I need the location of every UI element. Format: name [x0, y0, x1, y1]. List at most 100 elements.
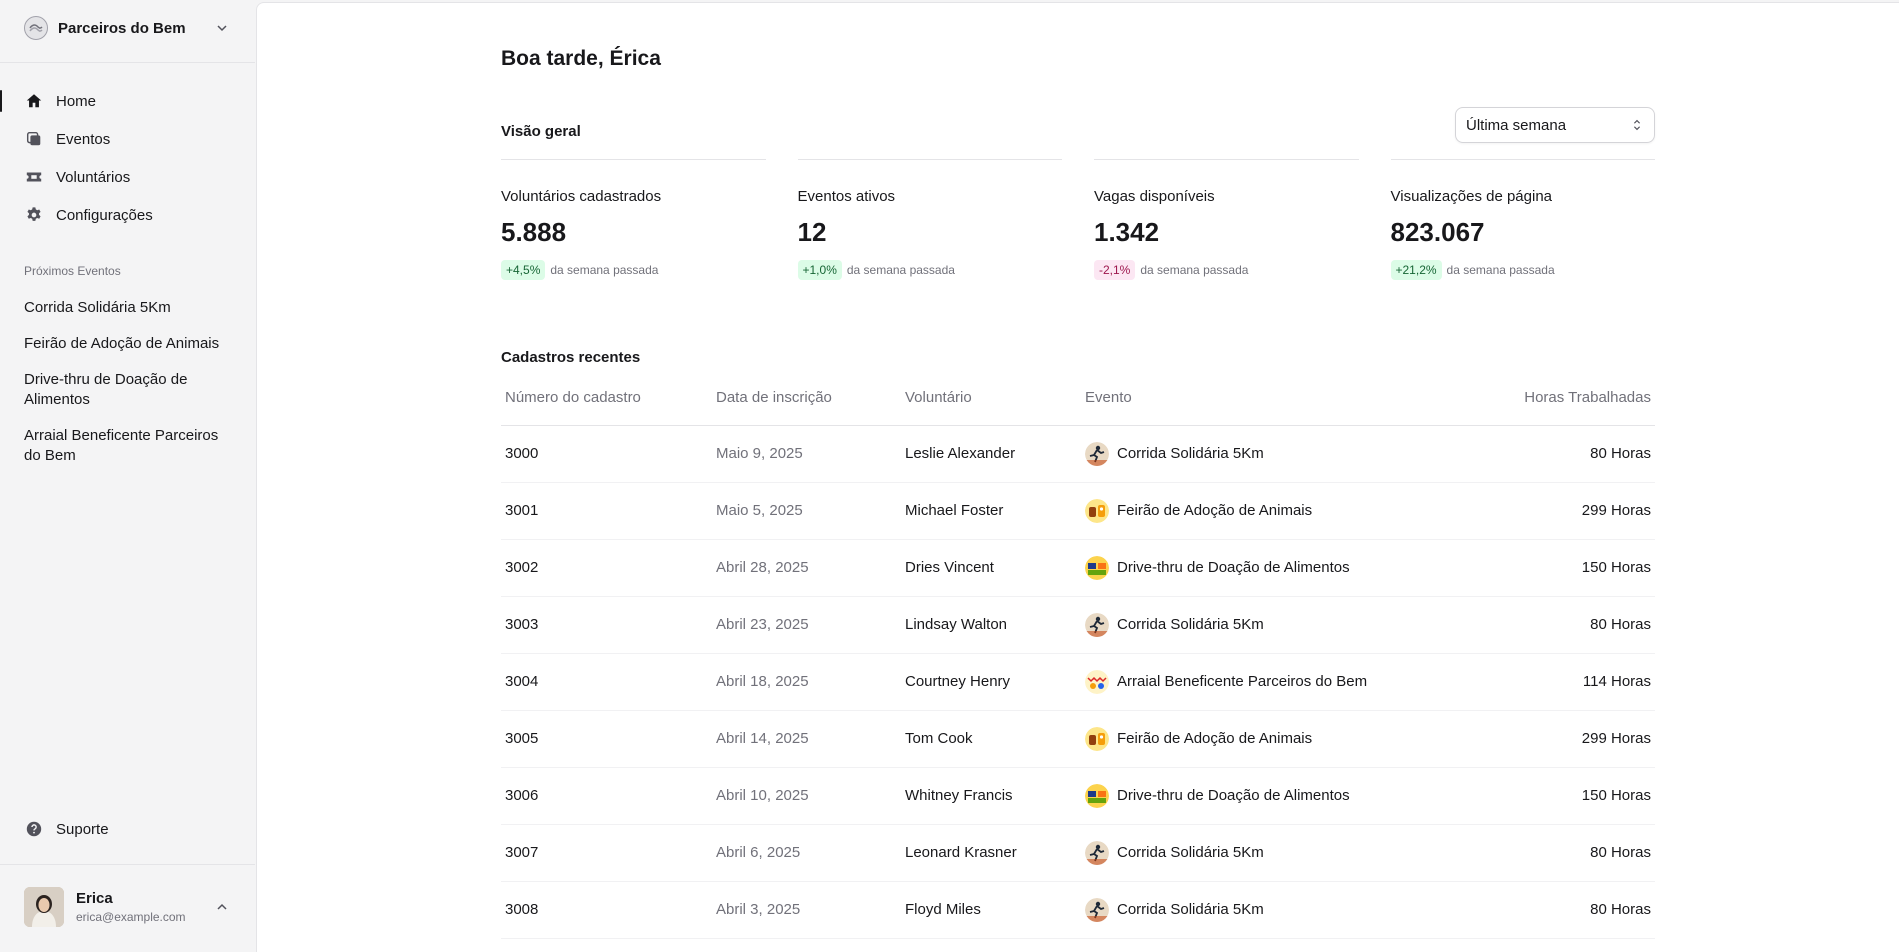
hours-worked: 80 Horas: [1472, 881, 1655, 939]
table-row[interactable]: 3004 Abril 18, 2025 Courtney Henry Arraial …: [501, 653, 1655, 711]
volunteer-name: Floyd Miles: [901, 881, 1081, 939]
nav-item-configuracoes[interactable]: Configurações: [16, 196, 238, 234]
table-row[interactable]: 3005 Abril 14, 2025 Tom Cook Feirão de Adoç…: [501, 710, 1655, 768]
chevron-up-down-icon: [1633, 119, 1641, 131]
event-name: Feirão de Adoção de Animais: [1117, 502, 1313, 519]
stat-card: Vagas disponíveis 1.342 -2,1% da semana …: [1094, 159, 1359, 280]
event-name: Drive-thru de Doação de Alimentos: [1117, 559, 1350, 576]
hours-worked: 299 Horas: [1472, 482, 1655, 540]
change-badge: +4,5%: [501, 260, 546, 280]
registration-number: 3001: [501, 482, 712, 540]
event-thumbnail-icon: [1085, 669, 1109, 694]
registration-date: Abril 18, 2025: [712, 653, 901, 711]
stat-card: Voluntários cadastrados 5.888 +4,5% da s…: [501, 159, 766, 280]
nav-label: Suporte: [56, 820, 109, 838]
column-header: Evento: [1081, 389, 1473, 426]
sidebar-event-link[interactable]: Corrida Solidária 5Km: [16, 290, 238, 326]
page-title: Boa tarde, Érica: [501, 47, 661, 70]
stat-card: Visualizações de página 823.067 +21,2% d…: [1390, 159, 1655, 280]
stat-change: +1,0% da semana passada: [797, 260, 1063, 280]
change-badge: +1,0%: [797, 260, 842, 280]
table-row[interactable]: 3003 Abril 23, 2025 Lindsay Walton Corrida …: [501, 596, 1655, 654]
divider: [0, 62, 255, 63]
nav-item-eventos[interactable]: Eventos: [16, 120, 238, 158]
sidebar-event-link[interactable]: Drive-thru de Doação de Alimentos: [16, 362, 238, 418]
volunteer-name: Leonard Krasner: [901, 824, 1081, 882]
team-name: Parceiros do Bem: [58, 19, 186, 37]
registration-number: 3005: [501, 710, 712, 768]
chevron-down-icon: [217, 25, 227, 32]
event-thumbnail-icon: [1085, 555, 1109, 580]
user-menu[interactable]: Erica erica@example.com: [16, 882, 238, 932]
nav-item-home[interactable]: Home: [0, 82, 238, 120]
square-stack-icon: [24, 129, 44, 149]
current-indicator: [0, 90, 2, 112]
column-header: Voluntário: [901, 389, 1081, 426]
nav-label: Eventos: [56, 130, 111, 148]
table-row[interactable]: 3001 Maio 5, 2025 Michael Foster Feirão de …: [501, 482, 1655, 540]
stats-grid: Voluntários cadastrados 5.888 +4,5% da s…: [501, 159, 1655, 280]
hours-worked: 80 Horas: [1472, 425, 1655, 483]
stat-label: Visualizações de página: [1390, 188, 1553, 205]
main-panel: Boa tarde, Érica Visão geral Última sema…: [256, 2, 1899, 952]
event-thumbnail-icon: [1085, 783, 1109, 808]
registration-number: 3000: [501, 425, 712, 483]
table-row[interactable]: 3007 Abril 6, 2025 Leonard Krasner Corrida …: [501, 824, 1655, 882]
volunteer-name: Leslie Alexander: [901, 425, 1081, 483]
stat-change: -2,1% da semana passada: [1094, 260, 1359, 280]
stat-value: 12: [797, 217, 827, 247]
nav-item-suporte[interactable]: Suporte: [16, 810, 238, 848]
question-circle-icon: [24, 819, 44, 839]
registration-date: Abril 10, 2025: [712, 767, 901, 825]
event-name: Corrida Solidária 5Km: [1117, 844, 1264, 861]
change-badge: -2,1%: [1094, 260, 1136, 280]
overview-heading: Visão geral: [501, 123, 581, 140]
nav-label: Configurações: [56, 206, 153, 224]
column-header: Data de inscrição: [712, 389, 901, 426]
table-row[interactable]: 3006 Abril 10, 2025 Whitney Francis Drive-t…: [501, 767, 1655, 825]
event-cell: Corrida Solidária 5Km: [1081, 881, 1473, 939]
gear-icon: [24, 205, 44, 225]
event-thumbnail-icon: [1085, 840, 1109, 865]
upcoming-events-heading: Próximos Eventos: [24, 264, 121, 278]
stat-label: Eventos ativos: [797, 188, 896, 205]
table-row[interactable]: 3008 Abril 3, 2025 Floyd Miles Corrida Soli…: [501, 881, 1655, 939]
stat-label: Voluntários cadastrados: [501, 188, 662, 205]
event-thumbnail-icon: [1085, 897, 1109, 922]
registration-number: 3004: [501, 653, 712, 711]
registration-date: Abril 14, 2025: [712, 710, 901, 768]
period-select[interactable]: Última semana: [1455, 107, 1655, 143]
nav-item-voluntarios[interactable]: Voluntários: [16, 158, 238, 196]
event-cell: Drive-thru de Doação de Alimentos: [1081, 539, 1473, 597]
stat-label: Vagas disponíveis: [1094, 188, 1215, 205]
change-suffix: da semana passada: [1446, 263, 1555, 277]
nav-label: Voluntários: [56, 168, 131, 186]
table-row[interactable]: 3002 Abril 28, 2025 Dries Vincent Drive-thr…: [501, 539, 1655, 597]
ticket-icon: [24, 167, 44, 187]
volunteer-name: Tom Cook: [901, 710, 1081, 768]
stat-value: 5.888: [501, 217, 567, 247]
column-header: Número do cadastro: [501, 389, 712, 426]
registrations-table: Número do cadastro Data de inscrição Vol…: [501, 389, 1655, 939]
event-thumbnail-icon: [1085, 612, 1109, 637]
home-icon: [24, 91, 44, 111]
user-email: erica@example.com: [76, 910, 186, 924]
volunteer-name: Courtney Henry: [901, 653, 1081, 711]
event-cell: Corrida Solidária 5Km: [1081, 425, 1473, 483]
sidebar-event-link[interactable]: Arraial Beneficente Parceiros do Bem: [16, 418, 238, 474]
change-suffix: da semana passada: [846, 263, 955, 277]
event-thumbnail-icon: [1085, 441, 1109, 466]
user-name: Erica: [76, 890, 113, 907]
event-name: Corrida Solidária 5Km: [1117, 901, 1264, 918]
sidebar-event-link[interactable]: Feirão de Adoção de Animais: [16, 326, 238, 362]
table-row[interactable]: 3000 Maio 9, 2025 Leslie Alexander Corrida …: [501, 425, 1655, 483]
stat-value: 823.067: [1390, 217, 1485, 247]
event-cell: Arraial Beneficente Parceiros do Bem: [1081, 653, 1473, 711]
registration-date: Maio 9, 2025: [712, 425, 901, 483]
change-suffix: da semana passada: [550, 263, 659, 277]
volunteer-name: Lindsay Walton: [901, 596, 1081, 654]
user-info: Erica erica@example.com: [76, 890, 202, 924]
registration-date: Abril 28, 2025: [712, 539, 901, 597]
event-name: Feirão de Adoção de Animais: [1117, 730, 1313, 747]
team-switcher[interactable]: Parceiros do Bem: [16, 12, 238, 44]
